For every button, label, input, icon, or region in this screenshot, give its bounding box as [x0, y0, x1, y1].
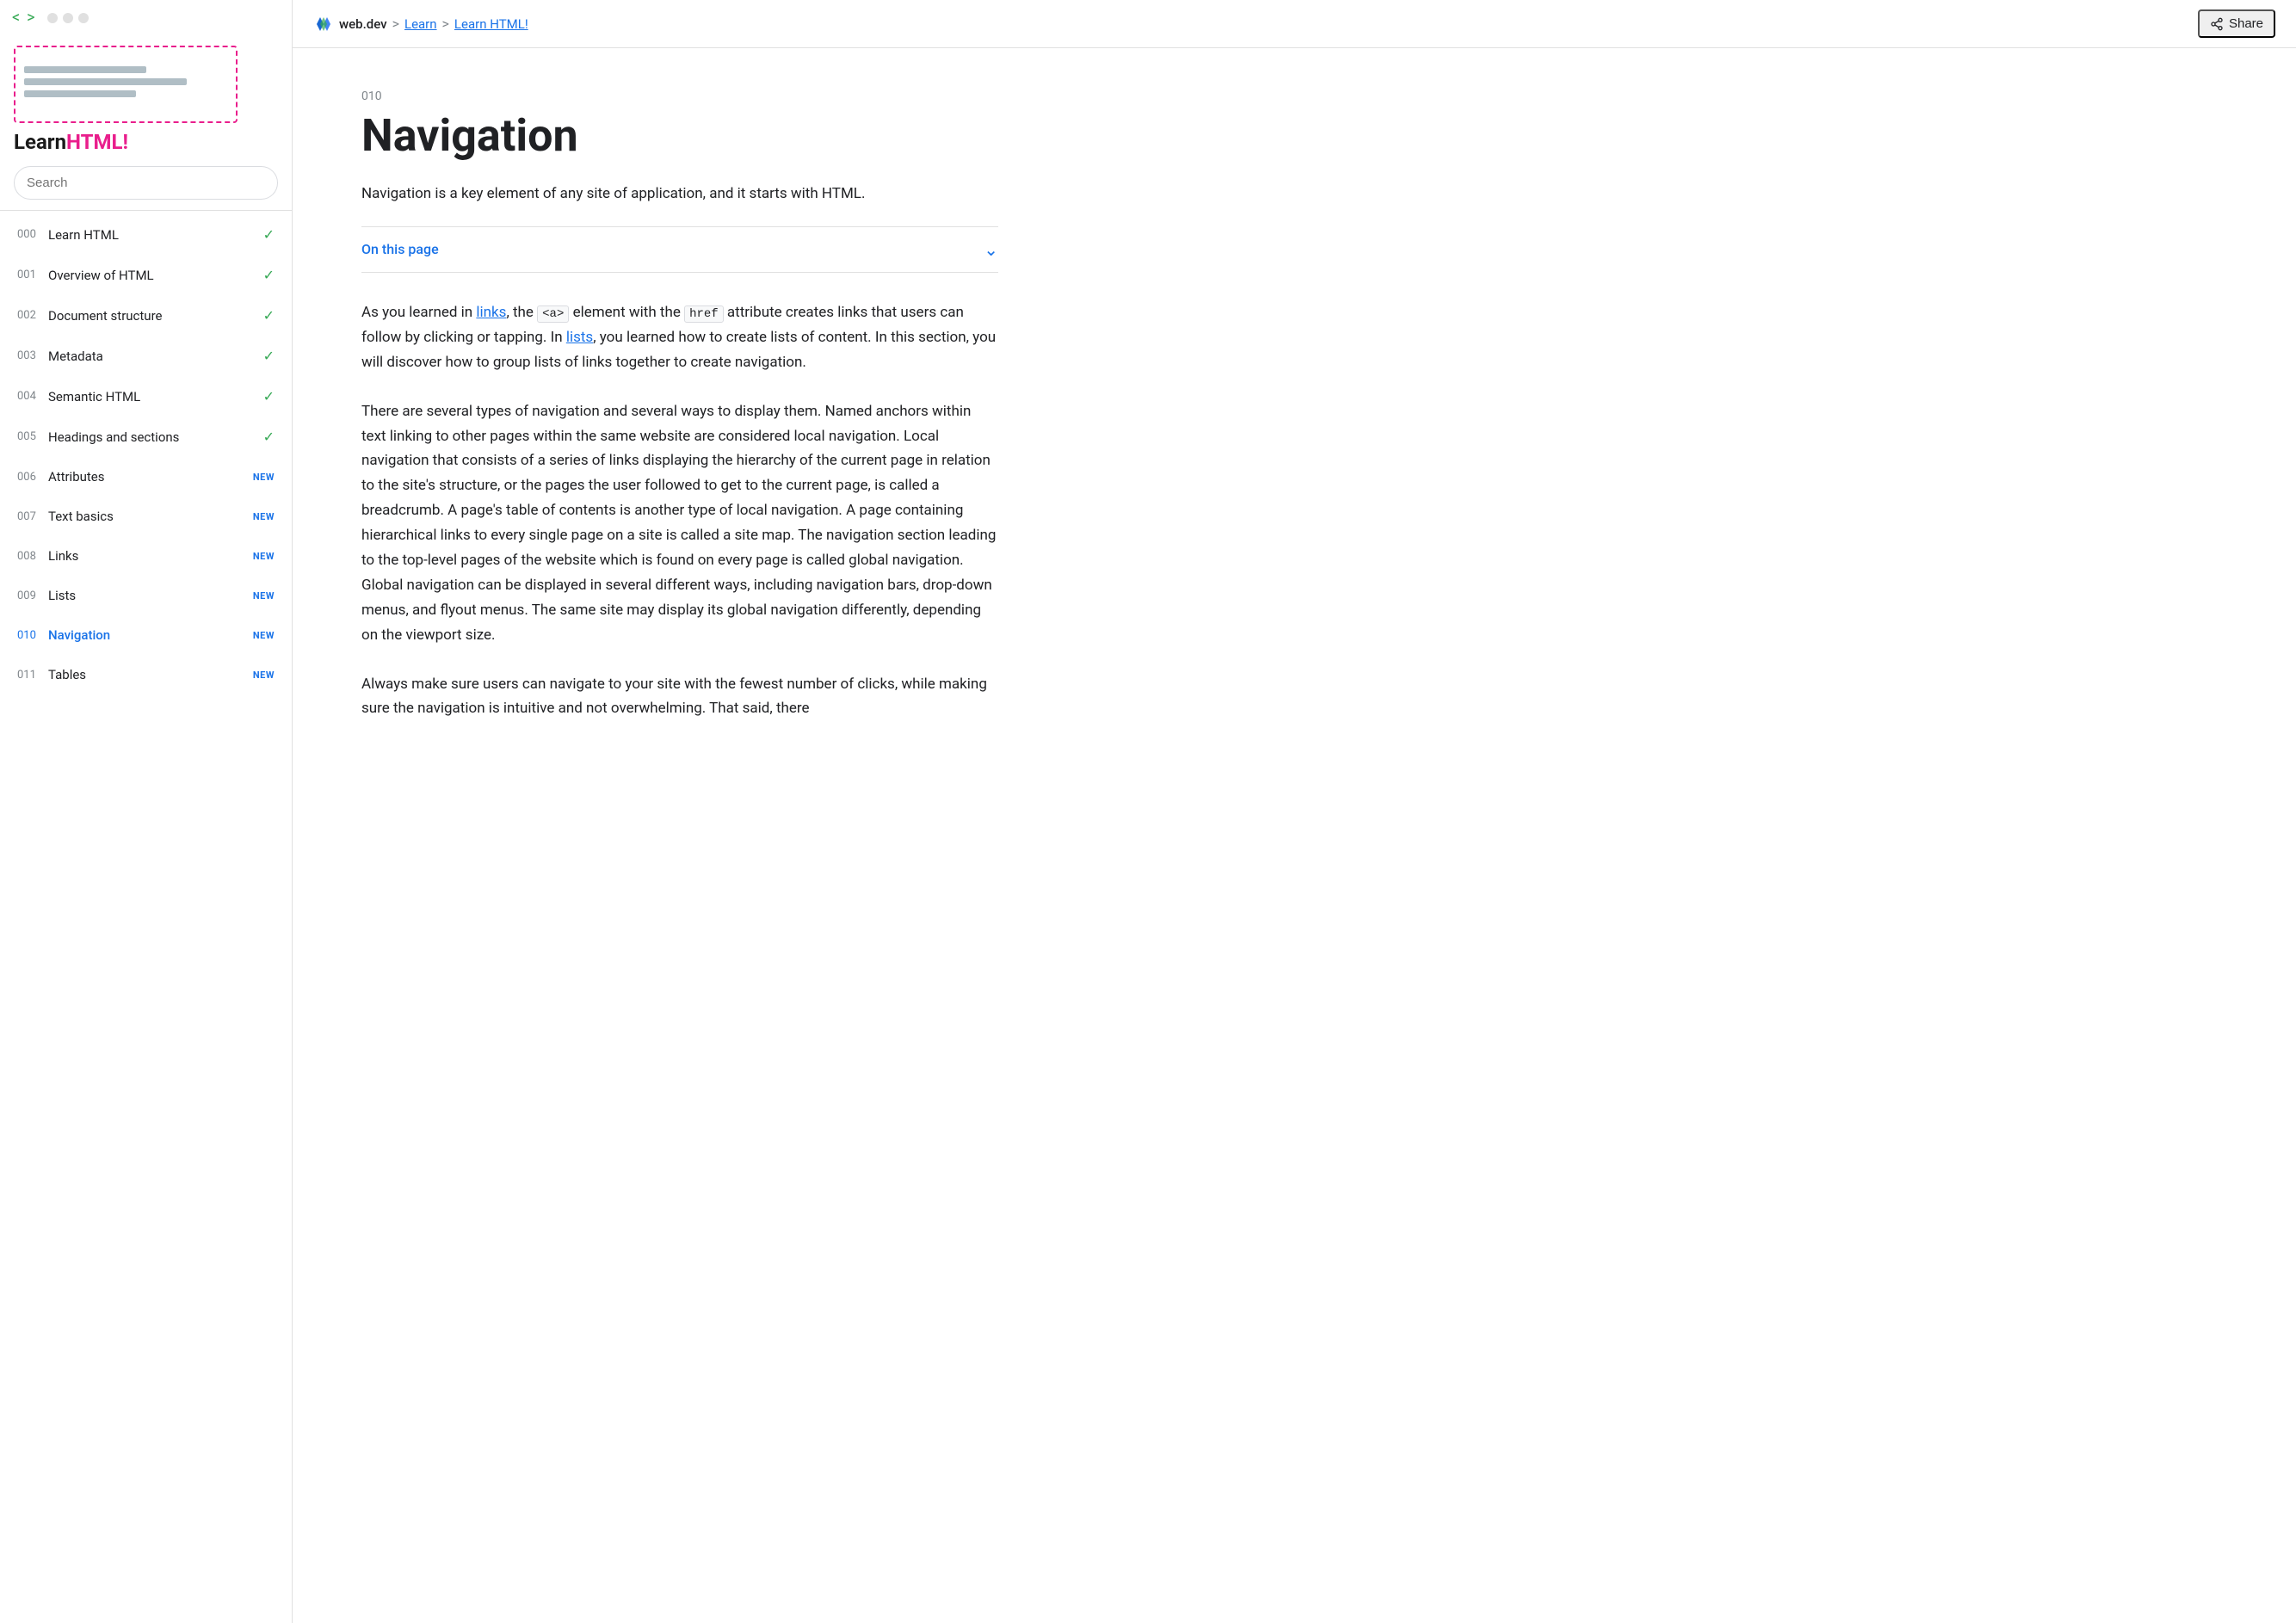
sidebar-item-navigation[interactable]: 010 Navigation NEW — [0, 615, 292, 655]
badge-008: NEW — [253, 551, 275, 562]
sidebar-item-tables[interactable]: 011 Tables NEW — [0, 655, 292, 694]
check-icon-000: ✓ — [263, 226, 275, 243]
logo-mockup — [14, 46, 238, 123]
chevron-down-icon: ⌄ — [984, 239, 998, 260]
badge-006: NEW — [253, 472, 275, 483]
badge-007: NEW — [253, 511, 275, 522]
item-number-006: 006 — [17, 471, 48, 484]
breadcrumb-sep-2: > — [442, 15, 449, 32]
webdev-logo[interactable]: web.dev — [313, 14, 387, 34]
paragraph-1: As you learned in links, the <a> element… — [361, 300, 998, 375]
item-number-010: 010 — [17, 629, 48, 642]
sidebar-title: LearnHTML! — [14, 130, 128, 154]
item-label-002: Document structure — [48, 308, 263, 324]
page-subtitle: Navigation is a key element of any site … — [361, 182, 998, 206]
sidebar-item-links[interactable]: 008 Links NEW — [0, 536, 292, 576]
lists-link[interactable]: lists — [566, 329, 593, 346]
badge-009: NEW — [253, 590, 275, 602]
item-label-005: Headings and sections — [48, 429, 263, 445]
sidebar-item-metadata[interactable]: 003 Metadata ✓ — [0, 336, 292, 376]
share-icon — [2210, 17, 2224, 31]
on-this-page-label: On this page — [361, 241, 439, 257]
paragraph-2: There are several types of navigation an… — [361, 399, 998, 648]
sidebar-item-document[interactable]: 002 Document structure ✓ — [0, 295, 292, 336]
back-icon[interactable]: < — [12, 9, 20, 27]
breadcrumb-current[interactable]: Learn HTML! — [454, 16, 528, 32]
window-button-1[interactable] — [47, 13, 58, 23]
sidebar-item-lists[interactable]: 009 Lists NEW — [0, 576, 292, 615]
item-number-003: 003 — [17, 349, 48, 362]
item-number-008: 008 — [17, 550, 48, 563]
sidebar-item-learn-html[interactable]: 000 Learn HTML ✓ — [0, 214, 292, 255]
sidebar-item-text-basics[interactable]: 007 Text basics NEW — [0, 497, 292, 536]
title-learn: Learn — [14, 130, 66, 154]
item-number-004: 004 — [17, 390, 48, 403]
forward-icon[interactable]: > — [27, 9, 34, 27]
topbar: web.dev > Learn > Learn HTML! Share — [293, 0, 2296, 48]
paragraph-3: Always make sure users can navigate to y… — [361, 672, 998, 722]
item-number-007: 007 — [17, 510, 48, 523]
sidebar-item-attributes[interactable]: 006 Attributes NEW — [0, 457, 292, 497]
breadcrumb: web.dev > Learn > Learn HTML! — [313, 14, 2198, 34]
item-label-001: Overview of HTML — [48, 268, 263, 283]
check-icon-001: ✓ — [263, 267, 275, 283]
check-icon-002: ✓ — [263, 307, 275, 324]
para1-mid2: element with the — [569, 304, 684, 321]
badge-010: NEW — [253, 630, 275, 641]
sidebar-item-overview[interactable]: 001 Overview of HTML ✓ — [0, 255, 292, 295]
share-button[interactable]: Share — [2198, 9, 2275, 38]
breadcrumb-sep-1: > — [392, 15, 399, 32]
item-number-009: 009 — [17, 589, 48, 602]
item-label-004: Semantic HTML — [48, 389, 263, 404]
item-label-003: Metadata — [48, 349, 263, 364]
sidebar-item-semantic[interactable]: 004 Semantic HTML ✓ — [0, 376, 292, 417]
sidebar: < > LearnHTML! 000 Learn HTML ✓ 001 — [0, 0, 293, 1623]
item-label-000: Learn HTML — [48, 227, 263, 243]
main-content: 010 Navigation Navigation is a key eleme… — [293, 48, 1067, 1623]
breadcrumb-learn[interactable]: Learn — [404, 16, 437, 32]
mockup-line-1 — [24, 66, 146, 73]
mockup-line-2 — [24, 78, 187, 85]
page-title: Navigation — [361, 110, 998, 162]
logo-area: LearnHTML! — [14, 46, 278, 154]
window-button-2[interactable] — [63, 13, 73, 23]
item-number-011: 011 — [17, 669, 48, 682]
webdev-icon — [313, 14, 334, 34]
sidebar-item-headings[interactable]: 005 Headings and sections ✓ — [0, 417, 292, 457]
site-name: web.dev — [339, 16, 387, 32]
window-button-3[interactable] — [78, 13, 89, 23]
code-href-attr: href — [684, 305, 724, 323]
nav-list: 000 Learn HTML ✓ 001 Overview of HTML ✓ … — [0, 211, 292, 1623]
search-input[interactable] — [14, 166, 278, 200]
check-icon-005: ✓ — [263, 429, 275, 445]
browser-nav: < > — [12, 9, 35, 27]
sidebar-header: LearnHTML! — [0, 32, 292, 211]
badge-011: NEW — [253, 670, 275, 681]
code-a-element: <a> — [537, 305, 569, 323]
item-number-000: 000 — [17, 228, 48, 241]
item-label-007: Text basics — [48, 509, 253, 524]
share-label: Share — [2229, 16, 2263, 31]
title-html: HTML! — [66, 130, 128, 154]
mockup-line-3 — [24, 90, 136, 97]
item-number-002: 002 — [17, 309, 48, 322]
para1-prefix: As you learned in — [361, 304, 476, 321]
on-this-page-toggle[interactable]: On this page ⌄ — [361, 226, 998, 273]
section-number: 010 — [361, 89, 998, 103]
item-label-010: Navigation — [48, 627, 253, 643]
item-number-001: 001 — [17, 268, 48, 281]
para1-mid1: , the — [506, 304, 537, 321]
item-label-006: Attributes — [48, 469, 253, 484]
item-label-008: Links — [48, 548, 253, 564]
window-chrome: < > — [0, 0, 292, 32]
check-icon-004: ✓ — [263, 388, 275, 404]
item-label-011: Tables — [48, 667, 253, 682]
item-number-005: 005 — [17, 430, 48, 443]
links-link[interactable]: links — [476, 304, 506, 321]
item-label-009: Lists — [48, 588, 253, 603]
check-icon-003: ✓ — [263, 348, 275, 364]
para3-start: Always make sure users can navigate to y… — [361, 676, 987, 718]
